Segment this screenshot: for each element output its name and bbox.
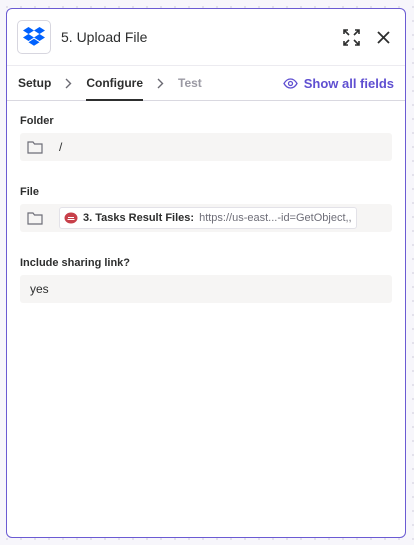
folder-label: Folder <box>20 115 54 127</box>
folder-field[interactable]: / <box>20 133 392 161</box>
expand-icon <box>342 28 360 46</box>
file-pill-value: https://us-east...-id=GetObject,, <box>199 212 352 224</box>
tab-configure[interactable]: Configure <box>86 66 143 101</box>
file-field[interactable]: 3. Tasks Result Files: https://us-east..… <box>20 204 392 232</box>
form-content: Folder / File 3. Tasks Result Files: htt… <box>7 115 405 303</box>
file-label: File <box>20 186 39 198</box>
sharing-field[interactable]: yes <box>20 275 392 303</box>
cloud-storage-icon <box>64 212 78 224</box>
eye-icon <box>282 77 298 89</box>
step-tabs: Setup Configure Test Show all fields <box>7 66 405 101</box>
close-button[interactable] <box>371 25 395 49</box>
step-panel: 5. Upload File Setup Configure Test Show… <box>6 8 406 538</box>
tab-test[interactable]: Test <box>178 66 202 100</box>
folder-icon <box>27 212 43 225</box>
step-title: 5. Upload File <box>61 29 148 45</box>
chevron-right-icon <box>157 78 164 89</box>
file-mapped-pill[interactable]: 3. Tasks Result Files: https://us-east..… <box>59 207 357 229</box>
sharing-label: Include sharing link? <box>20 257 131 269</box>
expand-button[interactable] <box>339 25 363 49</box>
app-icon-button[interactable] <box>17 20 51 54</box>
folder-icon <box>27 141 43 154</box>
sharing-value: yes <box>30 282 49 296</box>
chevron-right-icon <box>65 78 72 89</box>
file-pill-label: 3. Tasks Result Files: <box>83 212 195 224</box>
tab-setup[interactable]: Setup <box>18 66 51 100</box>
show-all-fields-label: Show all fields <box>303 75 394 91</box>
show-all-fields-button[interactable]: Show all fields <box>282 75 394 91</box>
dropbox-icon <box>23 27 45 46</box>
folder-value: / <box>59 140 63 154</box>
panel-header: 5. Upload File <box>7 9 405 66</box>
close-icon <box>376 30 390 44</box>
